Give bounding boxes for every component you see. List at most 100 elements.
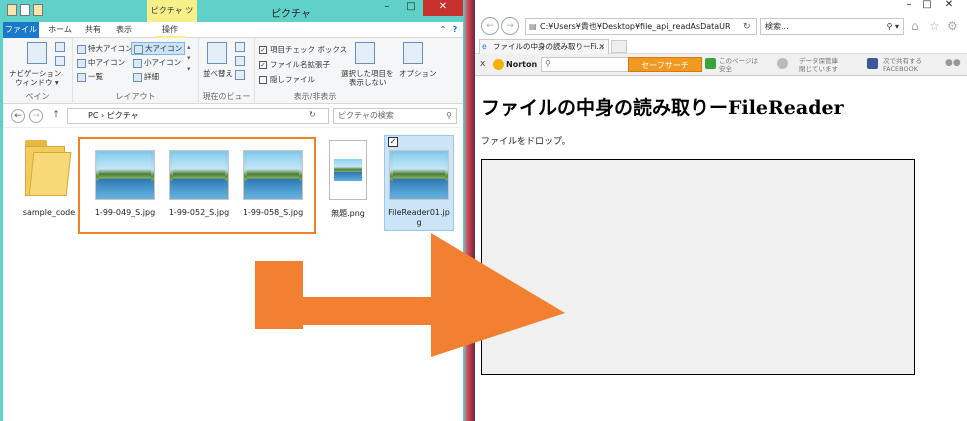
ie-titlebar: – □ ✕	[475, 0, 967, 14]
home-icon[interactable]: ⌂	[911, 19, 919, 33]
ie-icon: e	[482, 42, 487, 51]
context-tab-picture-tools[interactable]: ピクチャ ツール	[147, 0, 197, 37]
minimize-button[interactable]: –	[375, 0, 399, 16]
sort-by-button[interactable]: 並べ替え	[203, 68, 233, 79]
folder-icon[interactable]	[7, 4, 17, 16]
list-icon	[77, 72, 86, 82]
search-icon: ⚲	[446, 111, 452, 120]
back-button[interactable]: ←	[11, 109, 25, 123]
medium-icons-icon	[77, 58, 86, 68]
ribbon-group-layout: 特大アイコン 大アイコン 中アイコン 小アイコン 一覧 詳細 ▴ ▾ ▾ レイアウト	[73, 38, 199, 104]
search-icon: ⚲	[545, 59, 551, 68]
layout-scroll-icon[interactable]: ▴ ▾ ▾	[187, 42, 191, 75]
tab-current-page[interactable]: e ファイルの中身の読み取りーFi... ✕	[479, 39, 609, 54]
ribbon-group-label: 現在のビュー	[202, 92, 251, 101]
close-button[interactable]: ✕	[423, 0, 463, 16]
file-item-folder[interactable]: sample_code	[19, 136, 79, 226]
file-name-line1: FileReader01.jp	[388, 208, 450, 217]
preview-pane-icon[interactable]	[55, 42, 65, 52]
more-icon[interactable]: ●●	[945, 58, 961, 68]
options-button[interactable]: オプション	[399, 68, 437, 79]
tab-home[interactable]: ホーム	[47, 22, 73, 38]
screenshot-root: ピクチャ ツール ピクチャ – □ ✕ ファイル ホーム 共有 表示 操作 ⌃ …	[0, 0, 967, 421]
back-button[interactable]: ←	[481, 17, 499, 35]
layout-details[interactable]: 詳細	[133, 71, 159, 82]
quick-access-toolbar	[7, 4, 43, 16]
small-icons-icon	[133, 58, 142, 68]
norton-logo-text: Norton	[506, 60, 538, 69]
extra-large-icons-icon	[77, 44, 86, 54]
page-safety-status[interactable]: このページは 安全	[719, 57, 758, 73]
navigation-pane-button-line2[interactable]: ウィンドウ ▾	[15, 77, 59, 88]
norton-safe-search-button[interactable]: セーフサーチ	[628, 57, 702, 72]
options-icon[interactable]	[403, 42, 423, 64]
layout-large-icons[interactable]: 大アイコン	[131, 42, 186, 55]
close-tab-icon[interactable]: ✕	[599, 40, 605, 54]
share-facebook[interactable]: 次で共有する FACEBOOK	[883, 57, 922, 73]
file-extensions-label: ファイル名拡張子	[270, 60, 330, 69]
new-folder-icon[interactable]	[33, 4, 43, 16]
ie-window: – □ ✕ ← → ▤ C:¥Users¥貴也¥Desktop¥file_api…	[475, 0, 967, 421]
close-button[interactable]: ✕	[935, 0, 963, 12]
address-bar-input[interactable]: ▤ C:¥Users¥貴也¥Desktop¥file_api_readAsDat…	[525, 18, 757, 35]
refresh-icon[interactable]: ↻	[309, 110, 316, 119]
layout-option-label: 詳細	[144, 72, 159, 81]
details-pane-icon[interactable]	[55, 56, 65, 66]
tab-view[interactable]: 表示	[113, 22, 135, 38]
data-vault-status[interactable]: データ保管庫 閉じています	[799, 57, 838, 73]
gear-icon[interactable]: ⚙	[947, 19, 958, 33]
file-extensions-toggle[interactable]: ✓ ファイル名拡張子	[259, 59, 330, 70]
ribbon-collapse-icon[interactable]: ⌃	[437, 22, 449, 38]
ribbon-group-pane: ナビゲーション ウィンドウ ▾ ペイン	[3, 38, 73, 104]
file-item-image-selected[interactable]: FileReader01.jp g	[384, 136, 454, 232]
item-checkboxes-toggle[interactable]: ✓ 項目チェック ボックス	[259, 44, 347, 55]
file-item-image[interactable]: 無題.png	[317, 136, 379, 226]
group-by-icon[interactable]	[235, 42, 245, 52]
explorer-search-input[interactable]: ピクチャの検索 ⚲	[333, 108, 457, 124]
tab-share[interactable]: 共有	[83, 22, 103, 38]
forward-button[interactable]: →	[29, 109, 43, 123]
file-name: sample_code	[22, 208, 76, 217]
ribbon-group-label: ペイン	[25, 92, 50, 101]
layout-list[interactable]: 一覧	[77, 71, 103, 82]
favorites-icon[interactable]: ☆	[929, 19, 940, 33]
tab-manage[interactable]: 操作	[155, 22, 185, 38]
ie-search-input[interactable]: 検索... ⚲ ▾	[760, 18, 904, 35]
ribbon-group-current-view: 並べ替え 現在のビュー	[199, 38, 255, 104]
ribbon-group-label: レイアウト	[115, 92, 156, 101]
hidden-items-toggle[interactable]: 隠しファイル	[259, 74, 315, 85]
properties-icon[interactable]	[20, 4, 30, 16]
norton-close-button[interactable]: x	[480, 59, 485, 69]
layout-option-label: 中アイコン	[88, 58, 126, 67]
file-name-line2: g	[416, 218, 422, 227]
navigation-pane-icon[interactable]	[27, 42, 47, 64]
help-icon[interactable]: ?	[449, 22, 461, 38]
search-placeholder: 検索...	[765, 22, 789, 31]
hide-selected-icon[interactable]	[355, 42, 375, 64]
norton-check-icon	[493, 59, 504, 70]
drop-instruction: ファイルをドロップ。	[481, 137, 571, 147]
norton-toolbar: x Norton ⚲ セーフサーチ このページは 安全 データ保管庫 閉じています …	[475, 54, 967, 76]
layout-small-icons[interactable]: 小アイコン	[133, 57, 181, 68]
tab-file[interactable]: ファイル	[3, 22, 39, 38]
layout-extra-large-icons[interactable]: 特大アイコン	[77, 43, 133, 54]
add-columns-icon[interactable]	[235, 56, 245, 66]
page-icon: ▤	[529, 22, 537, 31]
image-thumbnail	[389, 150, 449, 200]
address-path[interactable]: PC › ピクチャ	[67, 108, 329, 124]
up-button[interactable]: ↑	[49, 109, 63, 123]
norton-search-input[interactable]: ⚲	[541, 57, 629, 72]
item-checkboxes-label: 項目チェック ボックス	[270, 45, 348, 54]
hidden-items-label: 隠しファイル	[270, 75, 315, 84]
search-placeholder: ピクチャの検索	[338, 111, 394, 120]
size-columns-icon[interactable]	[235, 70, 245, 80]
layout-medium-icons[interactable]: 中アイコン	[77, 57, 125, 68]
new-tab-button[interactable]	[611, 40, 627, 53]
explorer-titlebar: ピクチャ ツール ピクチャ – □ ✕	[3, 0, 463, 37]
maximize-button[interactable]: □	[399, 0, 423, 16]
refresh-icon[interactable]: ↻	[743, 22, 751, 32]
hide-selected-button-line2[interactable]: 表示しない	[349, 77, 387, 88]
forward-button[interactable]: →	[501, 17, 519, 35]
share-line2: FACEBOOK	[883, 65, 918, 73]
sort-by-icon[interactable]	[207, 42, 227, 64]
